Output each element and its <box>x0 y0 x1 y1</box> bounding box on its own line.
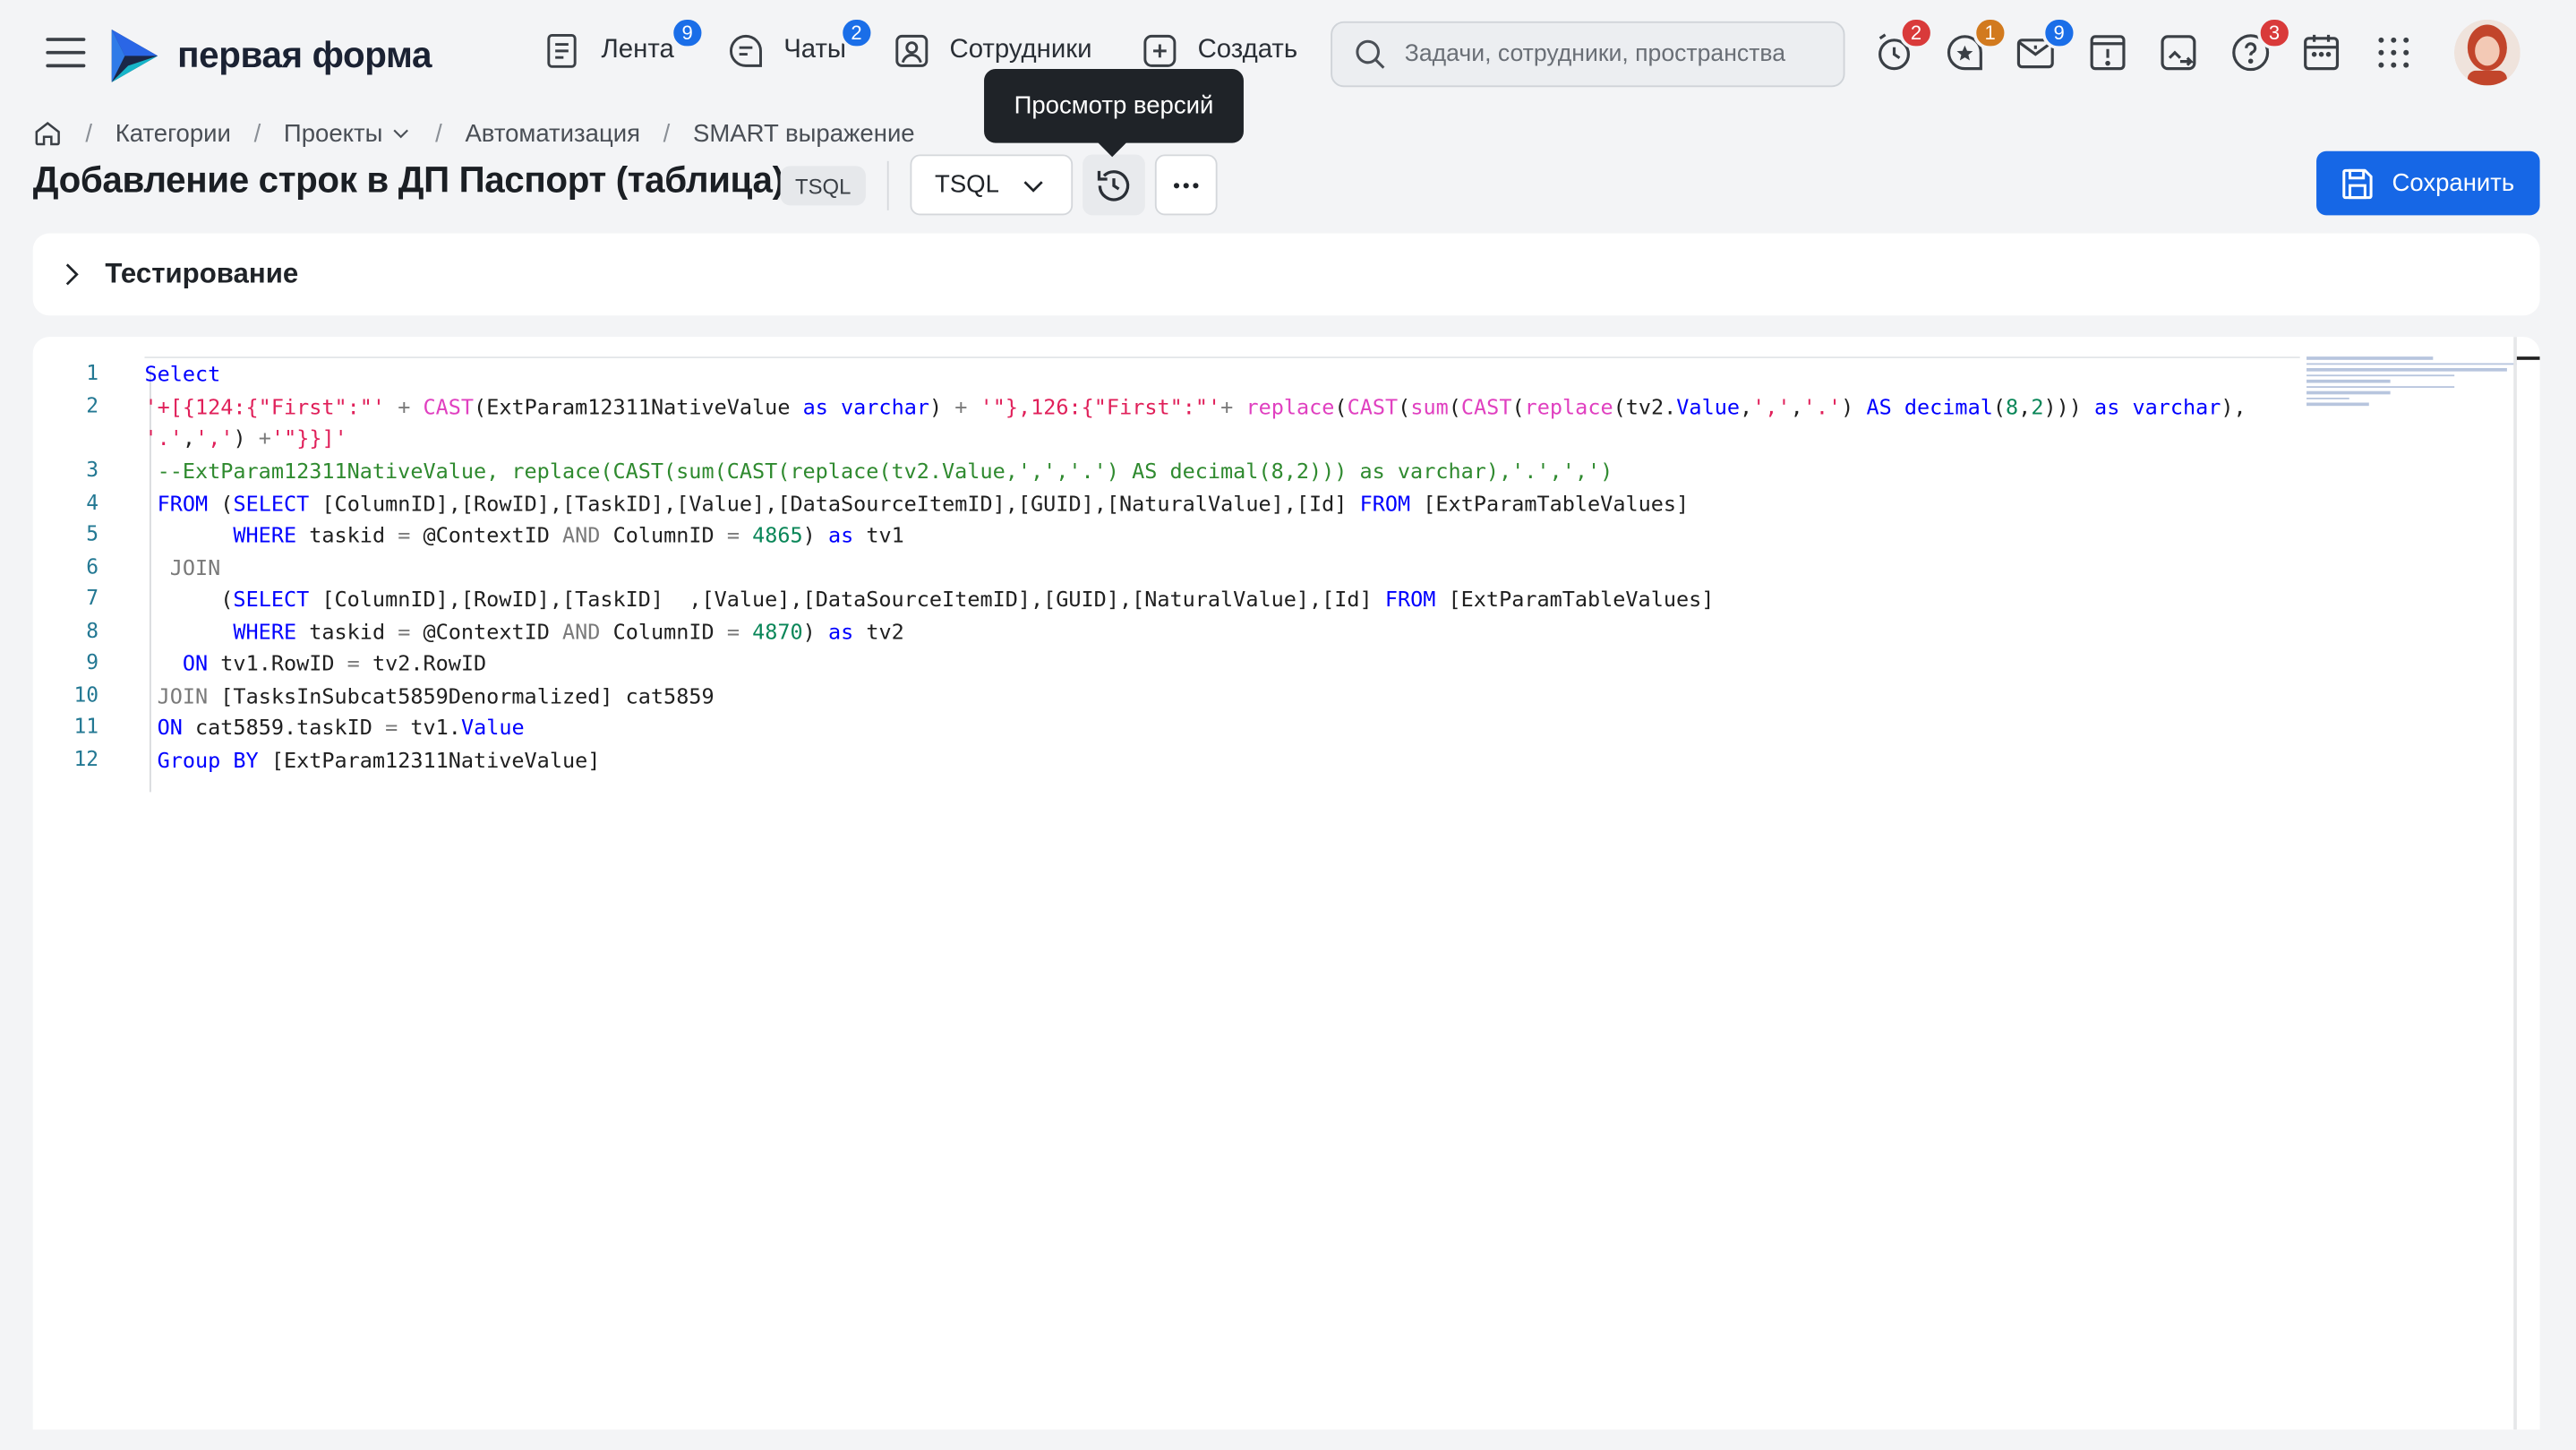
employees-icon <box>890 30 933 73</box>
code-line: Group BY [ExtParam12311NativeValue] <box>144 749 601 775</box>
line-number: 10 <box>73 682 99 707</box>
nav-feed[interactable]: Лента <box>542 30 674 73</box>
logo-text: первая форма <box>177 34 432 76</box>
nav-create[interactable]: Создать <box>1139 30 1298 73</box>
testing-panel[interactable]: Тестирование <box>32 233 2540 316</box>
line-number: 9 <box>86 648 99 674</box>
nav-employees[interactable]: Сотрудники <box>890 30 1092 73</box>
line-number: 6 <box>86 553 99 579</box>
vertical-scrollbar[interactable] <box>2513 337 2517 1430</box>
line-number: 2 <box>86 392 99 418</box>
apps-grid-icon[interactable] <box>2372 31 2415 74</box>
history-icon <box>1097 169 1130 201</box>
testing-panel-title: Тестирование <box>105 258 299 289</box>
language-select-value: TSQL <box>935 170 999 200</box>
chevron-down-icon <box>393 129 408 139</box>
code-line: WHERE taskid = @ContextID AND ColumnID =… <box>144 621 904 647</box>
breadcrumb-categories[interactable]: Категории <box>116 119 231 147</box>
save-icon <box>2342 167 2373 199</box>
menu-icon[interactable] <box>46 38 86 71</box>
chat-icon <box>724 30 767 73</box>
logo[interactable]: первая форма <box>108 26 432 85</box>
code-line: (SELECT [ColumnID],[RowID],[TaskID] ,[Va… <box>144 588 1715 613</box>
calendar-share-icon[interactable] <box>2157 31 2200 74</box>
nav-employees-label: Сотрудники <box>949 36 1092 64</box>
more-button[interactable] <box>1154 154 1218 216</box>
breadcrumb-smart[interactable]: SMART выражение <box>693 119 915 147</box>
nav-create-label: Создать <box>1197 36 1298 64</box>
plus-square-icon <box>1139 30 1182 73</box>
line-number: 11 <box>73 713 99 738</box>
breadcrumb-projects-label: Проекты <box>283 119 383 148</box>
favorites-badge: 1 <box>1973 16 2007 50</box>
feed-icon <box>542 30 585 73</box>
code-line: ON cat5859.taskID = tv1.Value <box>144 716 525 742</box>
code-line: ON tv1.RowID = tv2.RowID <box>144 652 487 677</box>
home-icon[interactable] <box>33 118 63 148</box>
code-editor[interactable]: 1 2 3 4 5 6 7 8 9 10 11 12 Select '+[{124… <box>32 337 2540 1430</box>
code-line: '+[{124:{"First":"' + CAST(ExtParam12311… <box>144 396 2247 421</box>
code-line: '.',',') +'"}}]' <box>144 427 347 452</box>
search-icon <box>1356 39 1385 69</box>
line-number: 3 <box>86 457 99 482</box>
line-number: 5 <box>86 520 99 546</box>
more-horizontal-icon <box>1173 182 1199 188</box>
code-line: FROM (SELECT [ColumnID],[RowID],[TaskID]… <box>144 493 1690 518</box>
page-title: Добавление строк в ДП Паспорт (таблица) <box>32 159 784 201</box>
divider <box>886 160 889 210</box>
code-line: --ExtParam12311NativeValue, replace(CAST… <box>144 459 1613 485</box>
nav-feed-label: Лента <box>601 36 674 64</box>
feed-badge: 9 <box>670 16 705 50</box>
breadcrumb: / Категории / Проекты / Автоматизация / … <box>33 118 915 148</box>
breadcrumb-projects[interactable]: Проекты <box>284 119 412 147</box>
notice-icon[interactable] <box>2086 31 2129 74</box>
line-number: 8 <box>86 617 99 643</box>
nav-chats-label: Чаты <box>783 36 847 64</box>
minimap[interactable] <box>2306 356 2517 422</box>
help-badge: 3 <box>2257 16 2291 50</box>
search-box[interactable] <box>1331 21 1845 88</box>
version-history-tooltip: Просмотр версий <box>984 69 1244 143</box>
top-bar: первая форма Лента 9 Чаты 2 Сотрудники С… <box>0 0 2576 108</box>
chevron-down-icon <box>1023 180 1043 192</box>
save-button[interactable]: Сохранить <box>2316 150 2540 216</box>
avatar[interactable] <box>2454 20 2520 86</box>
language-badge: TSQL <box>780 166 866 206</box>
scrollbar-thumb[interactable] <box>2516 356 2540 360</box>
reminders-badge: 2 <box>1899 16 1933 50</box>
chats-badge: 2 <box>839 16 874 50</box>
line-number: 1 <box>86 359 99 385</box>
line-number: 4 <box>86 489 99 515</box>
code-line: JOIN <box>144 556 221 582</box>
breadcrumb-automation[interactable]: Автоматизация <box>465 119 640 147</box>
logo-icon <box>111 30 158 82</box>
code-line: WHERE taskid = @ContextID AND ColumnID =… <box>144 524 904 549</box>
mail-badge: 9 <box>2041 16 2076 50</box>
language-select[interactable]: TSQL <box>910 154 1074 216</box>
save-button-label: Сохранить <box>2392 168 2515 198</box>
line-number: 7 <box>86 585 99 610</box>
search-input[interactable] <box>1404 40 1832 68</box>
version-history-button[interactable] <box>1083 154 1145 216</box>
line-number: 12 <box>73 745 99 771</box>
code-line: Select <box>144 363 221 389</box>
nav-chats[interactable]: Чаты <box>724 30 846 73</box>
code-line: JOIN [TasksInSubcat5859Denormalized] cat… <box>144 685 715 710</box>
chevron-right-icon <box>65 263 79 286</box>
calendar-icon[interactable] <box>2300 31 2343 74</box>
